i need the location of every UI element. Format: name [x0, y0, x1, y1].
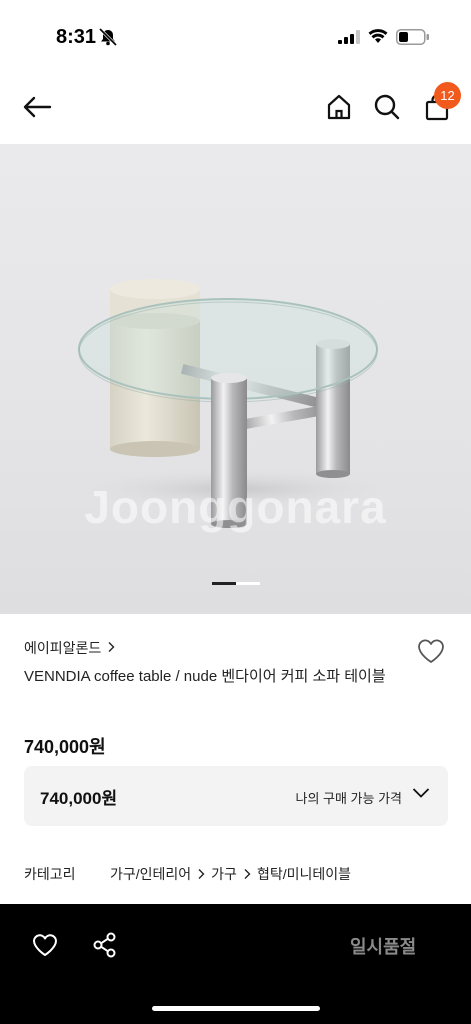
share-icon[interactable]	[91, 931, 119, 959]
pager-active-indicator	[212, 582, 236, 585]
image-pager	[212, 582, 260, 585]
category-label: 카테고리	[24, 866, 76, 882]
product-image[interactable]: Joonggonara	[0, 144, 471, 614]
bottom-action-bar: 일시품절	[0, 904, 471, 1024]
search-icon[interactable]	[372, 92, 402, 122]
chevron-right-icon	[197, 868, 205, 880]
cart-count-badge: 12	[434, 82, 461, 109]
sold-out-button: 일시품절	[350, 937, 417, 957]
purchase-price-dropdown[interactable]: 740,000원 나의 구매 가능 가격	[24, 766, 448, 826]
bell-off-icon	[98, 27, 118, 51]
category-crumb[interactable]: 가구/인테리어	[110, 864, 191, 884]
category-crumb[interactable]: 협탁/미니테이블	[257, 864, 351, 884]
wishlist-heart-icon[interactable]	[416, 636, 446, 666]
product-title: VENNDIA coffee table / nude 벤다이어 커피 소파 테…	[24, 668, 386, 685]
coffee-table-photo	[65, 279, 405, 528]
heart-icon[interactable]	[31, 931, 59, 959]
category-crumb[interactable]: 가구	[211, 864, 237, 884]
seller-link[interactable]: 에이피알론드	[24, 638, 115, 658]
home-indicator	[152, 1006, 320, 1011]
battery-icon	[396, 29, 430, 50]
status-time: 8:31	[56, 26, 97, 48]
chevron-right-icon	[243, 868, 251, 880]
top-nav	[0, 70, 471, 144]
image-watermark: Joonggonara	[84, 481, 387, 533]
product-price: 740,000원	[24, 737, 106, 757]
category-breadcrumb: 카테고리 가구/인테리어 가구 협탁/미니테이블	[24, 864, 351, 884]
chevron-right-icon	[107, 640, 115, 656]
purchase-price-value: 740,000원	[40, 789, 118, 808]
wifi-icon	[368, 28, 388, 49]
back-arrow-icon[interactable]	[20, 92, 54, 122]
cellular-signal-icon	[338, 30, 360, 49]
home-icon[interactable]	[324, 92, 354, 122]
seller-name: 에이피알론드	[24, 640, 102, 656]
purchase-price-label: 나의 구매 가능 가격	[295, 791, 402, 806]
chevron-down-icon	[412, 786, 430, 804]
status-bar: 8:31	[0, 0, 471, 70]
